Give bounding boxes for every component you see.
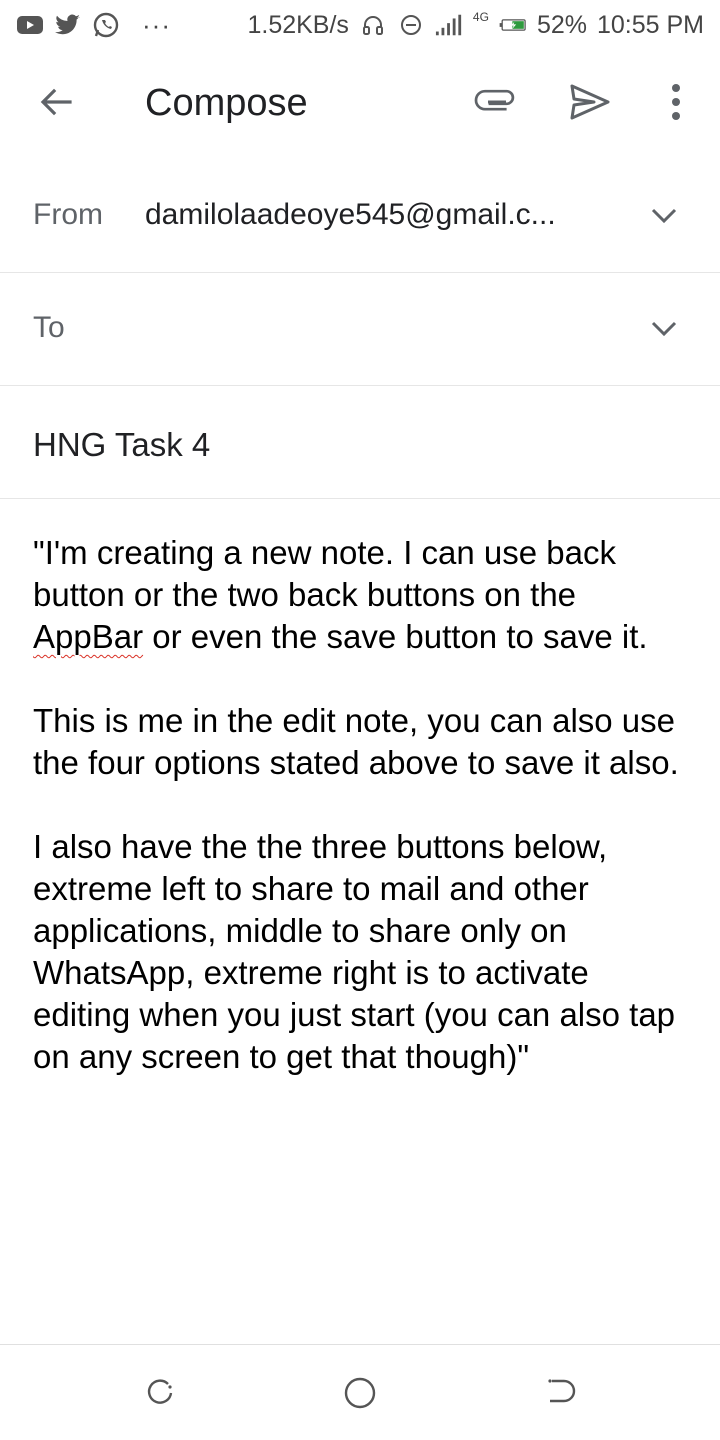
recent-apps-icon[interactable]	[142, 1375, 178, 1411]
attach-button[interactable]	[468, 76, 524, 132]
headphone-icon	[359, 11, 387, 39]
page-title: Compose	[145, 82, 308, 124]
more-vert-icon	[671, 83, 681, 125]
back-arrow-icon	[36, 82, 76, 127]
clock: 10:55 PM	[596, 10, 704, 39]
attach-icon	[474, 87, 518, 122]
body-text-segment: or even the save button to save it.	[143, 618, 648, 655]
from-account[interactable]: damilolaadeoye545@gmail.c...	[145, 198, 585, 232]
status-bar-right: 1.52KB/s 4G 52% 10:55 PM	[247, 10, 704, 40]
body-paragraph-3: I also have the the three buttons below,…	[33, 828, 676, 1075]
back-icon[interactable]	[542, 1375, 578, 1411]
whatsapp-icon	[92, 11, 120, 39]
from-label: From	[33, 198, 103, 231]
chevron-down-icon[interactable]	[646, 311, 682, 347]
status-bar: ··· 1.52KB/s 4G 52% 10:55 PM	[0, 0, 720, 50]
home-icon[interactable]	[342, 1375, 378, 1411]
app-bar: Compose	[0, 50, 720, 158]
navigation-bar	[0, 1344, 720, 1440]
signal-icon	[435, 11, 463, 39]
battery-level: 52%	[536, 10, 587, 39]
twitter-icon	[54, 11, 82, 39]
to-row[interactable]: To	[0, 273, 720, 386]
subject-row[interactable]: HNG Task 4	[0, 386, 720, 499]
back-button[interactable]	[28, 76, 84, 132]
to-label: To	[33, 311, 65, 344]
body-paragraph-1: "I'm creating a new note. I can use back…	[33, 532, 693, 658]
body-text-segment: "I'm creating a new note. I can use back…	[33, 534, 616, 613]
more-options-button[interactable]	[648, 76, 704, 132]
youtube-icon	[16, 11, 44, 39]
dnd-icon	[397, 11, 425, 39]
from-row[interactable]: From damilolaadeoye545@gmail.c...	[0, 160, 720, 273]
network-type: 4G	[472, 10, 489, 24]
email-body[interactable]: "I'm creating a new note. I can use back…	[33, 532, 693, 1120]
network-speed: 1.52KB/s	[247, 10, 349, 39]
send-button[interactable]	[562, 76, 618, 132]
status-bar-left: ···	[16, 10, 171, 41]
send-icon	[569, 83, 611, 126]
status-more-dots: ···	[142, 9, 171, 40]
body-paragraph-2: This is me in the edit note, you can als…	[33, 702, 679, 781]
chevron-down-icon[interactable]	[646, 198, 682, 234]
subject-field[interactable]: HNG Task 4	[33, 426, 210, 464]
battery-icon	[499, 11, 527, 39]
spellcheck-word: AppBar	[33, 618, 144, 655]
screen: ··· 1.52KB/s 4G 52% 10:55 PM Compose Fro…	[0, 0, 720, 1440]
